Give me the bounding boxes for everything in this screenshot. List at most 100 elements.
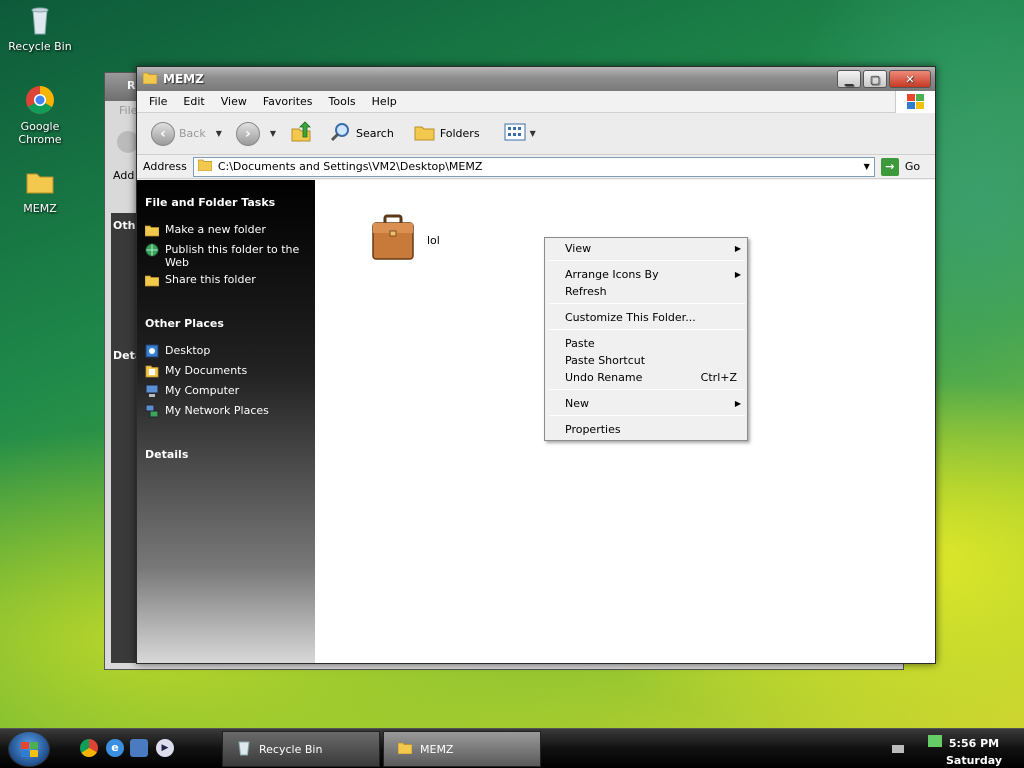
- window-titlebar[interactable]: MEMZ ▁ ▢ ✕: [137, 67, 935, 91]
- address-value: C:\Documents and Settings\VM2\Desktop\ME…: [217, 160, 483, 173]
- views-icon: [504, 123, 526, 144]
- ctx-label: New: [565, 397, 589, 410]
- back-arrow-icon: ‹: [151, 121, 175, 146]
- details-heading[interactable]: Details: [145, 448, 188, 461]
- tasks-heading[interactable]: File and Folder Tasks: [145, 196, 275, 209]
- chrome-quicklaunch-icon[interactable]: [80, 739, 98, 757]
- other-places-heading[interactable]: Other Places: [145, 317, 224, 330]
- back-dropdown-icon[interactable]: ▼: [216, 129, 222, 138]
- task-label: Publish this folder to the Web: [165, 243, 300, 269]
- ctx-paste-shortcut[interactable]: Paste Shortcut: [565, 352, 741, 369]
- menu-edit[interactable]: Edit: [175, 95, 212, 108]
- task-publish-folder[interactable]: Publish this folder to the Web: [145, 243, 310, 269]
- desktop-icon-label: Google Chrome: [18, 120, 62, 146]
- menu-help[interactable]: Help: [364, 95, 405, 108]
- address-label: Address: [143, 160, 187, 173]
- taskbar-recycle-bin[interactable]: Recycle Bin: [222, 731, 380, 767]
- place-my-documents[interactable]: My Documents: [145, 364, 310, 378]
- back-button[interactable]: ‹ Back: [147, 121, 210, 146]
- forward-arrow-icon: ›: [235, 121, 260, 146]
- ctx-paste[interactable]: Paste: [565, 335, 741, 352]
- clock-day: Saturday: [946, 754, 1002, 767]
- ctx-separator: [549, 415, 745, 416]
- folder-icon: [24, 166, 56, 198]
- folder-icon: [397, 742, 413, 757]
- menu-view[interactable]: View: [213, 95, 255, 108]
- internet-explorer-icon[interactable]: e: [106, 739, 124, 757]
- taskbar: e ▶ Recycle Bin MEMZ 5:56 PM Saturday: [0, 728, 1024, 768]
- background-address-label: Add: [113, 169, 135, 182]
- forward-dropdown-icon[interactable]: ▼: [270, 129, 276, 138]
- ctx-undo-rename[interactable]: Undo Rename Ctrl+Z: [565, 369, 741, 386]
- ctx-label: Properties: [565, 423, 621, 436]
- place-my-computer[interactable]: My Computer: [145, 384, 310, 398]
- back-label: Back: [179, 127, 206, 140]
- views-button[interactable]: ▼: [500, 123, 540, 144]
- taskbar-label: MEMZ: [420, 742, 454, 756]
- folder-icon: [197, 159, 213, 174]
- place-label: Desktop: [165, 344, 211, 357]
- ctx-customize-folder[interactable]: Customize This Folder...: [565, 309, 741, 326]
- background-window-title: R: [127, 79, 136, 92]
- ctx-separator: [549, 260, 745, 261]
- task-label: Make a new folder: [165, 223, 266, 236]
- task-label: Share this folder: [165, 273, 256, 286]
- go-button[interactable]: → Go: [880, 157, 920, 176]
- menu-favorites[interactable]: Favorites: [255, 95, 321, 108]
- desktop-icon-google-chrome[interactable]: Google Chrome: [2, 84, 78, 146]
- toolbar: ‹ Back ▼ › ▼ Search Folders ▼: [137, 113, 935, 155]
- folders-button[interactable]: Folders: [410, 122, 484, 145]
- file-name: lol: [427, 234, 440, 247]
- desktop-icon-memz[interactable]: MEMZ: [2, 166, 78, 215]
- ctx-view[interactable]: View ▶: [565, 240, 741, 257]
- start-button[interactable]: [8, 731, 50, 767]
- explorer-window[interactable]: MEMZ ▁ ▢ ✕ File Edit View Favorites Tool…: [136, 66, 936, 664]
- show-desktop-icon[interactable]: [130, 739, 148, 757]
- ctx-new[interactable]: New ▶: [565, 395, 741, 412]
- network-tray-icon[interactable]: [928, 735, 942, 747]
- share-folder-icon: [144, 273, 160, 287]
- ctx-shortcut: Ctrl+Z: [700, 371, 737, 384]
- keyboard-icon[interactable]: [892, 745, 904, 753]
- documents-icon: [145, 364, 159, 378]
- address-dropdown-icon[interactable]: ▼: [864, 162, 870, 171]
- window-title: MEMZ: [163, 72, 204, 86]
- ctx-label: Paste Shortcut: [565, 354, 646, 367]
- menu-tools[interactable]: Tools: [321, 95, 364, 108]
- ctx-label: Customize This Folder...: [565, 311, 696, 324]
- up-folder-button[interactable]: [286, 121, 316, 146]
- recycle-bin-icon: [237, 740, 251, 759]
- search-button[interactable]: Search: [326, 121, 398, 146]
- menu-bar: File Edit View Favorites Tools Help: [137, 91, 935, 113]
- media-player-icon[interactable]: ▶: [156, 739, 174, 757]
- place-label: My Computer: [165, 384, 240, 397]
- folder-icon: [142, 72, 158, 87]
- desktop-icon-recycle-bin[interactable]: Recycle Bin: [2, 4, 78, 53]
- forward-button[interactable]: ›: [232, 121, 264, 146]
- file-item[interactable]: lol: [371, 214, 440, 265]
- ctx-separator: [549, 389, 745, 390]
- place-desktop[interactable]: Desktop: [145, 344, 310, 358]
- globe-icon: [145, 243, 159, 257]
- place-my-network-places[interactable]: My Network Places: [145, 404, 310, 418]
- new-folder-icon: [144, 223, 160, 237]
- minimize-button[interactable]: ▁: [837, 70, 861, 88]
- task-make-new-folder[interactable]: Make a new folder: [144, 223, 310, 237]
- menu-file[interactable]: File: [141, 95, 175, 108]
- context-menu: View ▶ Arrange Icons By ▶ Refresh Custom…: [544, 237, 748, 441]
- task-share-folder[interactable]: Share this folder: [144, 273, 310, 287]
- place-label: My Network Places: [165, 404, 269, 417]
- taskbar-memz[interactable]: MEMZ: [383, 731, 541, 767]
- ctx-properties[interactable]: Properties: [565, 421, 741, 438]
- ctx-arrange-icons-by[interactable]: Arrange Icons By ▶: [565, 266, 741, 283]
- address-input[interactable]: C:\Documents and Settings\VM2\Desktop\ME…: [192, 156, 875, 177]
- windows-logo-icon: [21, 742, 39, 761]
- close-button[interactable]: ✕: [889, 70, 931, 88]
- folders-label: Folders: [439, 127, 480, 140]
- ctx-refresh[interactable]: Refresh: [565, 283, 741, 300]
- folders-icon: [414, 122, 436, 145]
- maximize-button[interactable]: ▢: [863, 70, 887, 88]
- clock[interactable]: 5:56 PM Saturday: [946, 735, 1002, 768]
- system-tray: 5:56 PM Saturday: [880, 731, 1024, 767]
- background-window-menu: File: [119, 104, 138, 117]
